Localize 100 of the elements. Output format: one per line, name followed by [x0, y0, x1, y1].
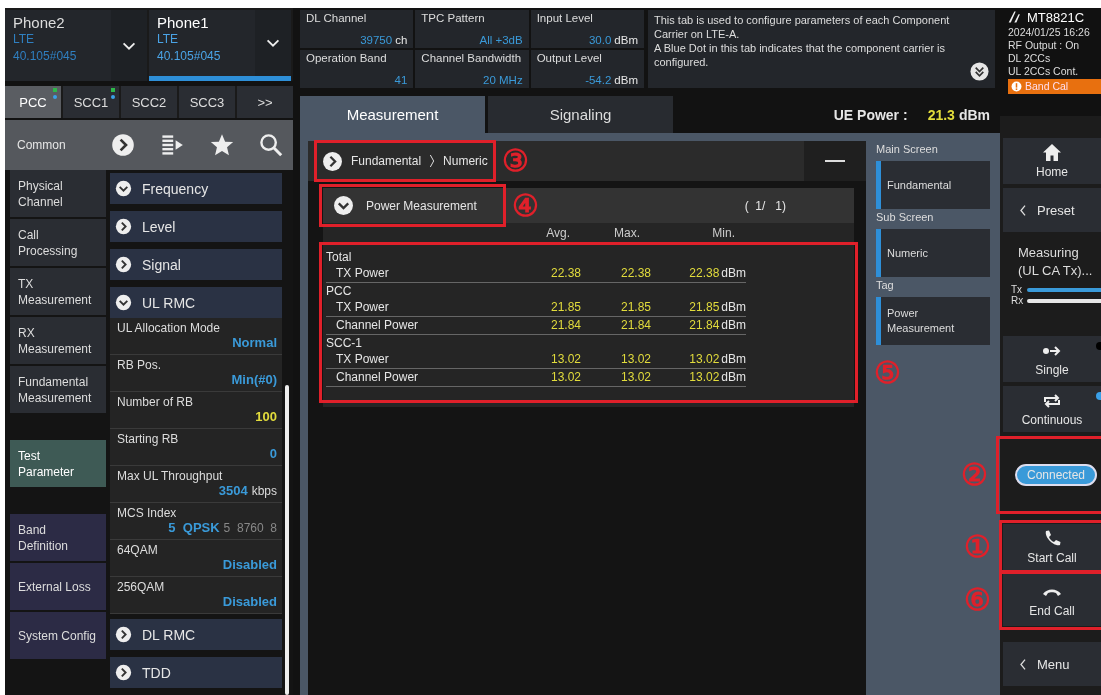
nav-item[interactable]: Fundamental Measurement [10, 366, 106, 413]
scrollbar[interactable] [285, 385, 289, 695]
nav-item[interactable]: Band Definition [10, 514, 106, 561]
tab[interactable]: Measurement [300, 96, 485, 133]
list-heading: Tag [876, 279, 895, 293]
parameter-cell[interactable]: Input Level 30.0 dBm [530, 10, 644, 48]
screen-item[interactable]: Numeric [876, 229, 990, 277]
parameter-row[interactable]: MCS Index 5 QPSK 5 8760 8 [110, 503, 282, 540]
phone-version: 40.105#045 [157, 48, 222, 65]
parameter-row[interactable]: Number of RB 100 [110, 392, 282, 429]
minus-icon [824, 160, 846, 162]
parameter-cell[interactable]: DL Channel 39750 ch [300, 10, 414, 48]
unit-label: dBm [721, 265, 746, 282]
search-icon[interactable] [259, 133, 283, 157]
parameter-cell[interactable]: Output Level -54.2 dBm [530, 50, 644, 88]
section-header[interactable]: Frequency [110, 173, 282, 204]
tab[interactable]: Signaling [488, 96, 673, 133]
section-header[interactable]: DL RMC [110, 619, 282, 650]
carrier-tab[interactable]: SCC3 [179, 86, 235, 118]
nav-item[interactable]: Test Parameter [10, 440, 106, 487]
parameter-cell[interactable]: Channel Bandwidth 20 MHz [415, 50, 529, 88]
breadcrumb-link[interactable]: Fundamental [351, 154, 422, 168]
chevron-icon [429, 153, 436, 169]
nav-item[interactable]: System Config [10, 612, 106, 659]
unit-label: dBm [958, 106, 990, 123]
measured-value: 21.84 [550, 317, 581, 334]
chevron-circle-icon[interactable] [322, 150, 343, 172]
continuous-button[interactable]: Continuous [1003, 386, 1101, 432]
parameter-label: TPC Pattern [421, 12, 486, 24]
section-header[interactable]: TDD [110, 657, 282, 688]
column-header: Avg. [545, 226, 571, 240]
nav-item[interactable]: RX Measurement [10, 317, 106, 364]
row-label: Channel Power [335, 369, 420, 386]
parameter-row[interactable]: UL Allocation Mode Normal [110, 318, 282, 355]
column-header: Max. [613, 226, 641, 240]
badge-text: Band Cal [1025, 80, 1069, 93]
unit-label: dBm [721, 351, 746, 368]
callout-number: ① [964, 532, 991, 562]
single-button[interactable]: Single [1003, 336, 1101, 382]
parameter-row[interactable]: RB Pos. Min(#0) [110, 355, 282, 392]
phone-standard: LTE [13, 31, 36, 48]
home-button[interactable]: Home [1003, 138, 1101, 184]
carrier-tab[interactable]: >> [237, 86, 293, 118]
unit-label: dBm [614, 74, 638, 86]
parameter-value: 0 [269, 446, 277, 461]
section-header[interactable]: Level [110, 211, 282, 242]
parameter-cell[interactable]: Operation Band 41 [300, 50, 414, 88]
menu-button[interactable]: Menu [1003, 642, 1101, 686]
star-icon[interactable] [209, 133, 234, 157]
breadcrumb-link[interactable]: Numeric [443, 154, 488, 168]
unit-label: dBm [614, 34, 638, 46]
parameter-value: 30.0 [588, 34, 612, 46]
collapse-icon[interactable] [333, 195, 354, 216]
status-text: UL 2CCs Cont. [1008, 65, 1080, 78]
list-arrow-icon[interactable] [160, 133, 185, 157]
chevron-left-icon [1019, 657, 1027, 671]
nav-item[interactable]: External Loss [10, 563, 106, 610]
section-header[interactable]: UL RMC [110, 287, 282, 318]
measured-value: 21.84 [620, 317, 651, 334]
preset-button[interactable]: Preset [1003, 188, 1101, 232]
callout-number: ⑤ [874, 357, 901, 388]
carrier-tab[interactable]: PCC [5, 86, 61, 118]
nav-item[interactable]: Physical Channel [10, 170, 106, 217]
group-label: PCC [326, 283, 353, 299]
parameter-value: Min(#0) [231, 372, 277, 387]
parameter-label: Number of RB [117, 395, 195, 409]
unit-label: ch [395, 34, 408, 46]
section-title: Level [142, 218, 176, 235]
indicator-label: Rx [1011, 295, 1023, 306]
parameter-label: 256QAM [117, 580, 166, 594]
chevron-circle-icon[interactable] [111, 133, 135, 157]
status-text: Measuring (UL CA Tx)... [1018, 244, 1094, 280]
carrier-tab[interactable]: SCC2 [121, 86, 177, 118]
chevron-left-icon [1019, 203, 1027, 217]
phone-standard: LTE [157, 31, 180, 48]
help-text: This tab is used to configure parameters of each Component Carrier on LTE-A. [654, 13, 951, 41]
measured-value: 13.02 [620, 369, 651, 386]
parameter-value: -54.2 [585, 74, 612, 86]
parameter-value: 39750 [360, 34, 393, 46]
nav-item[interactable]: Call Processing [10, 219, 106, 266]
parameter-label: MCS Index [117, 506, 178, 520]
toolbar-label: Common [17, 138, 67, 152]
screen-item[interactable]: Power Measurement [876, 297, 990, 345]
callout-number: ④ [511, 190, 539, 221]
screen-item[interactable]: Fundamental [876, 161, 990, 209]
section-header[interactable]: Signal [110, 249, 282, 280]
parameter-label: Output Level [536, 52, 603, 64]
parameter-row[interactable]: Max UL Throughput 3504 kbps [110, 466, 282, 503]
parameter-cell[interactable]: TPC Pattern All +3dB [415, 10, 529, 48]
phone-tab[interactable]: Phone2 LTE 40.105#045 [5, 10, 147, 82]
unit-label: dBm [721, 299, 746, 316]
double-chevron-icon[interactable] [970, 62, 989, 81]
logo-icon [1008, 10, 1022, 24]
parameter-row[interactable]: Starting RB 0 [110, 429, 282, 466]
phone-tab[interactable]: Phone1 LTE 40.105#045 [149, 10, 291, 82]
parameter-row[interactable]: 64QAM Disabled [110, 540, 282, 577]
nav-item[interactable]: TX Measurement [10, 268, 106, 315]
parameter-row[interactable]: 256QAM Disabled [110, 577, 282, 614]
carrier-tab[interactable]: SCC1 [63, 86, 119, 118]
status-text: 2024/01/25 16:26 [1008, 26, 1091, 39]
